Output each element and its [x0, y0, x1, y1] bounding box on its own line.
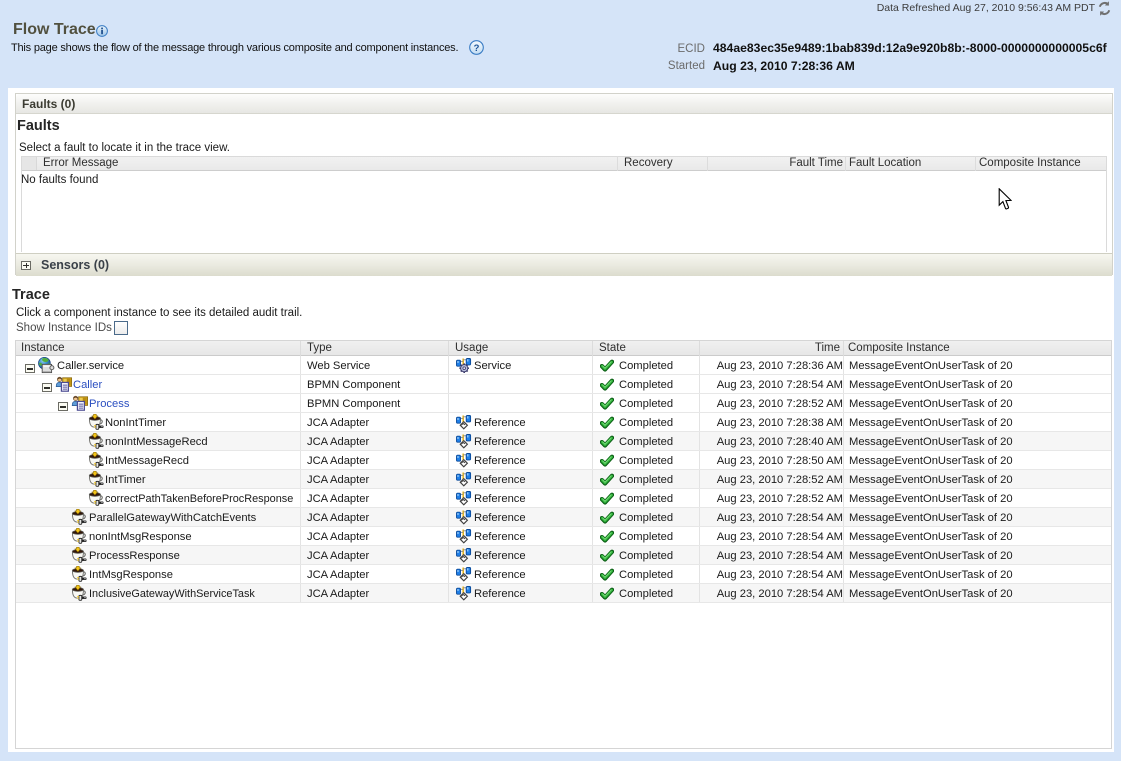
svg-text:?: ?: [474, 43, 480, 54]
